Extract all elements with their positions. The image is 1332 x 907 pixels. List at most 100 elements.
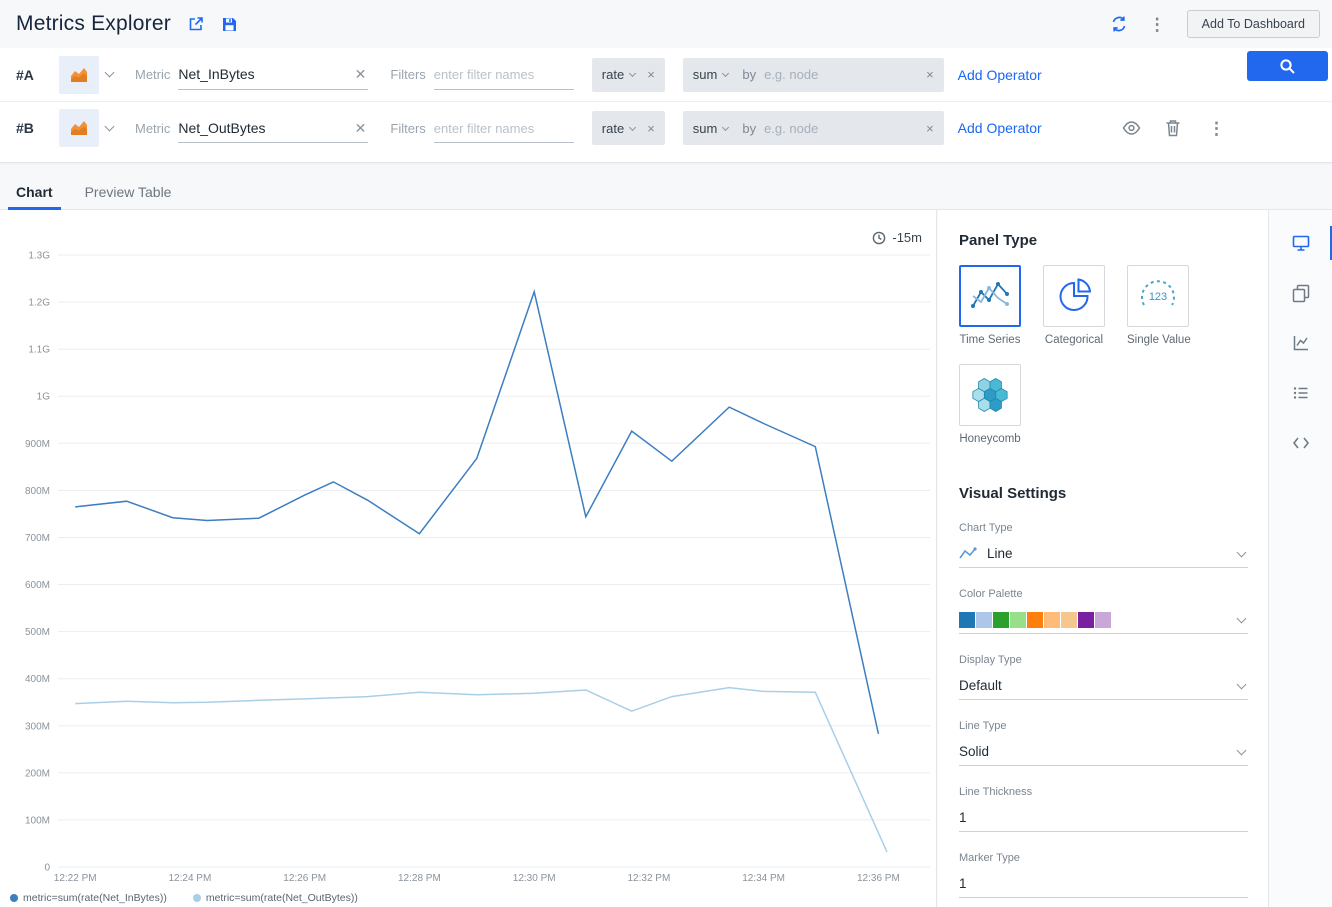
svg-text:100M: 100M: [25, 815, 50, 826]
chart-type-select[interactable]: Line: [959, 540, 1248, 568]
axes-tool[interactable]: [1269, 318, 1332, 368]
marker-type-input[interactable]: 1: [959, 870, 1248, 898]
filters-field: [434, 60, 574, 90]
svg-text:12:28 PM: 12:28 PM: [398, 873, 441, 884]
color-palette-swatches: [959, 612, 1111, 628]
clear-metric-icon[interactable]: ✕: [353, 121, 369, 135]
filters-input[interactable]: [434, 66, 574, 82]
remove-sum-operator-icon[interactable]: ×: [926, 121, 934, 136]
remove-rate-operator-icon[interactable]: ×: [647, 67, 655, 82]
svg-text:12:36 PM: 12:36 PM: [857, 873, 900, 884]
panel-type-time-series[interactable]: Time Series: [959, 265, 1021, 346]
panel-type-categorical[interactable]: Categorical: [1043, 265, 1105, 346]
operator-chip-rate[interactable]: rate ×: [592, 111, 665, 145]
delete-query-trash-icon[interactable]: [1165, 119, 1181, 137]
refresh-icon[interactable]: [1110, 15, 1128, 33]
header-kebab-icon[interactable]: ⋮: [1146, 16, 1169, 33]
legend-tool[interactable]: [1269, 368, 1332, 418]
chevron-down-icon: [629, 123, 636, 130]
display-type-select[interactable]: Default: [959, 672, 1248, 700]
svg-text:200M: 200M: [25, 768, 50, 779]
marker-type-label: Marker Type: [959, 852, 1248, 867]
search-button[interactable]: [1247, 51, 1328, 81]
svg-text:12:26 PM: 12:26 PM: [283, 873, 326, 884]
svg-text:500M: 500M: [25, 627, 50, 638]
display-settings-tool[interactable]: [1269, 218, 1332, 268]
tab-chart[interactable]: Chart: [8, 176, 61, 210]
panel-type-label: Time Series: [959, 334, 1021, 346]
row-kebab-icon[interactable]: ⋮: [1205, 120, 1228, 137]
legend-item-in-bytes[interactable]: metric=sum(rate(Net_InBytes)): [10, 892, 167, 904]
svg-text:12:24 PM: 12:24 PM: [168, 873, 211, 884]
query-code-tool[interactable]: [1269, 418, 1332, 468]
palette-swatch[interactable]: [993, 612, 1009, 628]
line-thickness-label: Line Thickness: [959, 786, 1248, 801]
pie-chart-icon: [1052, 274, 1096, 318]
page-title: Metrics Explorer: [16, 12, 171, 36]
remove-sum-operator-icon[interactable]: ×: [926, 67, 934, 82]
panel-type-options: Time Series Categorical 123 Single Value: [959, 265, 1248, 346]
add-to-dashboard-button[interactable]: Add To Dashboard: [1187, 10, 1320, 38]
metrics-icon: [59, 109, 99, 147]
operator-chip-rate[interactable]: rate ×: [592, 58, 665, 92]
line-type-label: Line Type: [959, 720, 1248, 735]
line-thickness-input[interactable]: 1: [959, 804, 1248, 832]
legend-label: metric=sum(rate(Net_InBytes)): [23, 892, 167, 904]
palette-swatch[interactable]: [1027, 612, 1043, 628]
panel-type-single-value[interactable]: 123 Single Value: [1127, 265, 1189, 346]
color-palette-select[interactable]: [959, 606, 1248, 634]
line-chart-type-icon: [959, 547, 979, 561]
metric-input[interactable]: [178, 66, 352, 82]
group-by-input[interactable]: [764, 121, 914, 136]
view-tabs: Chart Preview Table: [0, 176, 1332, 210]
svg-text:600M: 600M: [25, 580, 50, 591]
save-icon[interactable]: [221, 16, 238, 33]
monitor-icon: [1291, 233, 1311, 253]
filters-label: Filters: [390, 67, 425, 82]
palette-swatch[interactable]: [1078, 612, 1094, 628]
chevron-down-icon: [1237, 547, 1247, 557]
filters-label: Filters: [390, 121, 425, 136]
hide-query-eye-icon[interactable]: [1122, 121, 1141, 135]
marker-type-field: Marker Type 1: [959, 852, 1248, 898]
line-type-value: Solid: [959, 744, 989, 759]
palette-swatch[interactable]: [1061, 612, 1077, 628]
palette-swatch[interactable]: [959, 612, 975, 628]
add-operator-link[interactable]: Add Operator: [958, 120, 1042, 136]
palette-swatch[interactable]: [976, 612, 992, 628]
panel-type-honeycomb[interactable]: Honeycomb: [959, 364, 1021, 445]
tab-preview-table[interactable]: Preview Table: [77, 176, 180, 210]
operator-chip-sum[interactable]: sum by ×: [683, 58, 944, 92]
operator-chip-sum[interactable]: sum by ×: [683, 111, 944, 145]
panel-type-label: Honeycomb: [959, 433, 1021, 445]
palette-swatch[interactable]: [1010, 612, 1026, 628]
palette-swatch[interactable]: [1095, 612, 1111, 628]
svg-text:800M: 800M: [25, 486, 50, 497]
row-actions: ⋮: [1122, 119, 1228, 137]
chevron-down-icon: [722, 123, 729, 130]
metric-type-selector[interactable]: [59, 56, 113, 94]
color-palette-label: Color Palette: [959, 588, 1248, 603]
line-type-select[interactable]: Solid: [959, 738, 1248, 766]
add-operator-link[interactable]: Add Operator: [958, 67, 1042, 83]
query-panel: #A Metric ✕ Filters rate × sum by × A: [0, 48, 1332, 163]
share-icon[interactable]: [187, 15, 205, 33]
remove-rate-operator-icon[interactable]: ×: [647, 121, 655, 136]
gauge-icon: 123: [1136, 274, 1180, 318]
filters-input[interactable]: [434, 120, 574, 136]
series-dot: [193, 894, 201, 902]
metric-type-selector[interactable]: [59, 109, 113, 147]
metric-input[interactable]: [178, 120, 352, 136]
overlay-tool[interactable]: [1269, 268, 1332, 318]
metrics-icon: [59, 56, 99, 94]
time-series-chart[interactable]: 0100M200M300M400M500M600M700M800M900M1G1…: [0, 236, 937, 896]
clear-metric-icon[interactable]: ✕: [353, 67, 369, 81]
chart-type-field: Chart Type Line: [959, 522, 1248, 568]
group-by-input[interactable]: [764, 67, 914, 82]
svg-text:1.2G: 1.2G: [28, 298, 50, 309]
legend-item-out-bytes[interactable]: metric=sum(rate(Net_OutBytes)): [193, 892, 358, 904]
palette-swatch[interactable]: [1044, 612, 1060, 628]
list-icon: [1291, 383, 1311, 403]
chevron-down-icon: [105, 121, 115, 131]
panel-type-label: Single Value: [1127, 334, 1189, 346]
